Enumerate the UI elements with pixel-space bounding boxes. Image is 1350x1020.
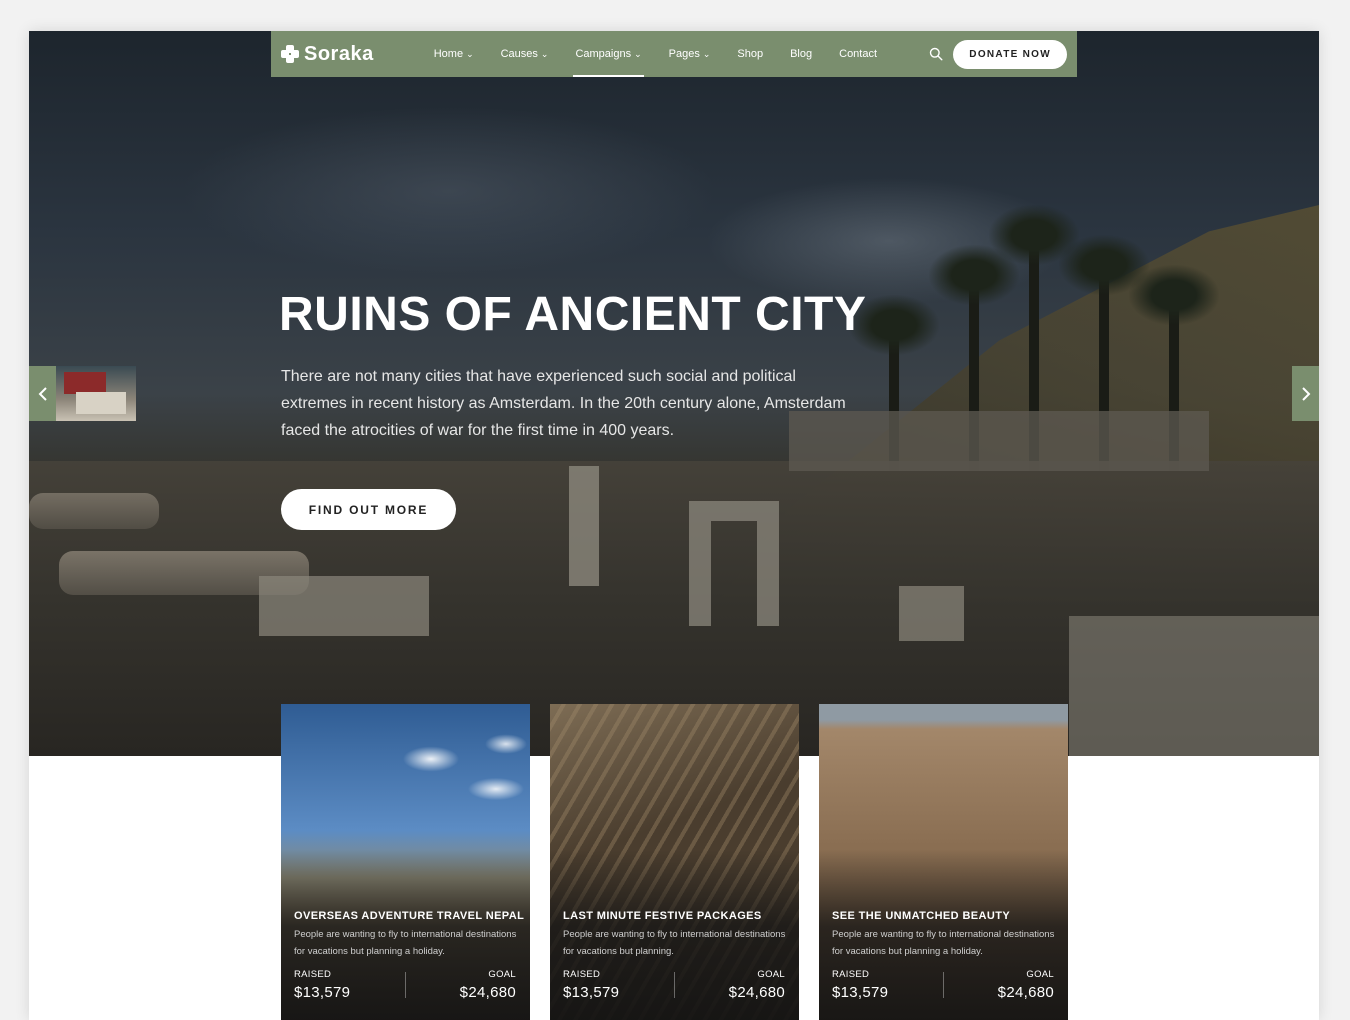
brand-name: Soraka	[304, 42, 374, 65]
nav-item-causes[interactable]: Causes ⌄	[501, 31, 549, 77]
stone-rubble-shape	[259, 576, 429, 636]
campaign-card[interactable]: LAST MINUTE FESTIVE PACKAGES People are …	[550, 704, 799, 1020]
chevron-down-icon: ⌄	[702, 48, 711, 59]
raised-label: RAISED	[563, 969, 601, 980]
slider-prev-button[interactable]	[29, 366, 56, 421]
hero-description: There are not many cities that have expe…	[281, 368, 846, 439]
slide-thumbnail[interactable]	[56, 366, 136, 421]
chevron-down-icon: ⌄	[634, 48, 642, 59]
hero-slider: Soraka Home ⌄ Causes ⌄ Campaigns ⌄ Pages ⌄ S…	[29, 31, 1319, 756]
stone-pillar-shape	[757, 521, 779, 626]
nav-item-label: Causes	[500, 48, 538, 60]
stone-pillar-shape	[569, 466, 599, 586]
goal-amount: $24,680	[997, 984, 1054, 1001]
stone-block-shape	[1069, 616, 1319, 756]
nav-item-label: Campaigns	[575, 48, 632, 60]
campaign-card[interactable]: SEE THE UNMATCHED BEAUTY People are want…	[819, 704, 1068, 1020]
amount-divider	[405, 972, 406, 998]
hero-title: RUINS OF ANCIENT CITY	[279, 288, 867, 341]
nav-item-contact[interactable]: Contact	[839, 31, 877, 77]
clover-logo-icon	[281, 45, 299, 63]
chevron-down-icon: ⌄	[540, 48, 549, 59]
raised-amount: $13,579	[294, 984, 351, 1001]
brand-logo[interactable]: Soraka	[281, 43, 374, 66]
chevron-right-icon	[1301, 386, 1310, 401]
nav-item-blog[interactable]: Blog	[790, 31, 812, 77]
search-icon[interactable]	[929, 47, 943, 61]
raised-amount: $13,579	[563, 984, 620, 1001]
goal-label: GOAL	[488, 969, 516, 980]
main-navbar: Soraka Home ⌄ Causes ⌄ Campaigns ⌄ Pages ⌄ S…	[271, 31, 1077, 77]
goal-amount: $24,680	[728, 984, 785, 1001]
find-out-more-button[interactable]: FIND OUT MORE	[281, 489, 456, 530]
card-title: LAST MINUTE FESTIVE PACKAGES	[563, 910, 762, 922]
chevron-down-icon: ⌄	[466, 48, 474, 59]
raised-label: RAISED	[832, 969, 870, 980]
nav-item-label: Shop	[737, 48, 764, 60]
card-title: OVERSEAS ADVENTURE TRAVEL NEPAL	[294, 910, 525, 922]
amount-divider	[674, 972, 675, 998]
raised-label: RAISED	[294, 969, 332, 980]
goal-label: GOAL	[757, 969, 785, 980]
stone-lintel-shape	[689, 501, 779, 521]
page-frame: Soraka Home ⌄ Causes ⌄ Campaigns ⌄ Pages ⌄ S…	[29, 31, 1319, 1020]
card-description: People are wanting to fly to internation…	[832, 929, 1055, 957]
stone-pillar-shape	[689, 521, 711, 626]
stone-block-shape	[899, 586, 964, 641]
nav-item-home[interactable]: Home ⌄	[434, 31, 474, 77]
nav-item-label: Home	[433, 48, 464, 60]
card-title: SEE THE UNMATCHED BEAUTY	[832, 910, 1011, 922]
card-description: People are wanting to fly to internation…	[294, 929, 517, 957]
goal-amount: $24,680	[459, 984, 516, 1001]
amount-divider	[943, 972, 944, 998]
raised-amount: $13,579	[832, 984, 889, 1001]
chevron-left-icon	[38, 386, 47, 401]
nav-item-shop[interactable]: Shop	[737, 31, 763, 77]
donate-now-button[interactable]: DONATE NOW	[953, 39, 1067, 69]
slider-next-button[interactable]	[1292, 366, 1319, 421]
fallen-column-shape	[29, 493, 159, 529]
campaign-card[interactable]: OVERSEAS ADVENTURE TRAVEL NEPAL People a…	[281, 704, 530, 1020]
nav-item-campaigns[interactable]: Campaigns ⌄	[573, 31, 644, 77]
nav-item-label: Pages	[668, 48, 700, 60]
nav-item-label: Contact	[839, 48, 878, 60]
goal-label: GOAL	[1026, 969, 1054, 980]
campaign-cards: OVERSEAS ADVENTURE TRAVEL NEPAL People a…	[281, 704, 1071, 1020]
nav-item-pages[interactable]: Pages ⌄	[669, 31, 711, 77]
card-description: People are wanting to fly to internation…	[563, 929, 786, 957]
nav-item-label: Blog	[790, 48, 813, 60]
